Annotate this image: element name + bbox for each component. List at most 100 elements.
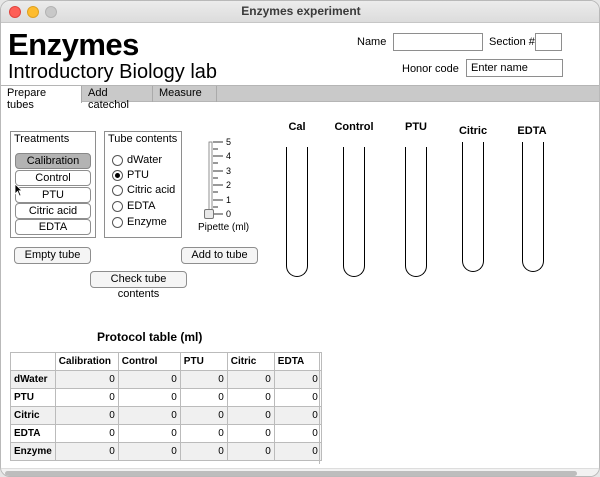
table-cell: 0 xyxy=(273,370,322,389)
radio-dwater-indicator[interactable] xyxy=(112,155,123,166)
table-header-cell: EDTA xyxy=(273,352,322,371)
tube-contents-group: Tube contents dWater PTU Citric acid EDT… xyxy=(104,131,182,238)
honor-code-label: Honor code xyxy=(402,63,459,75)
table-cell: 0 xyxy=(179,406,228,425)
tab-prepare-tubes[interactable]: Prepare tubes xyxy=(1,86,82,111)
pipette-tick: 2 xyxy=(226,180,232,190)
tab-measure[interactable]: Measure xyxy=(153,86,217,102)
table-row-header: EDTA xyxy=(10,424,56,443)
tube-edta[interactable] xyxy=(522,142,544,272)
table-cell: 0 xyxy=(117,406,181,425)
page-title: Enzymes xyxy=(8,27,139,62)
page-subtitle: Introductory Biology lab xyxy=(8,61,218,83)
tube-cal[interactable] xyxy=(286,147,308,277)
radio-edta-indicator[interactable] xyxy=(112,201,123,212)
table-header-cell: Control xyxy=(117,352,181,371)
section-field[interactable] xyxy=(535,33,562,51)
scrollbar-thumb[interactable] xyxy=(5,471,577,476)
radio-dwater-label: dWater xyxy=(127,154,163,166)
name-field[interactable] xyxy=(393,33,483,51)
tube-label-citric: Citric xyxy=(458,125,488,137)
table-cell: 0 xyxy=(54,370,119,389)
table-cell: 0 xyxy=(226,406,275,425)
table-cell: 0 xyxy=(226,442,275,461)
app-window: Enzymes experiment Enzymes Introductory … xyxy=(0,0,600,477)
table-cell: 0 xyxy=(117,388,181,407)
title-bar: Enzymes experiment xyxy=(1,1,599,23)
treatment-ptu-button[interactable]: PTU xyxy=(15,187,91,203)
table-cell: 0 xyxy=(54,442,119,461)
table-cell: 0 xyxy=(226,388,275,407)
protocol-table: Calibration Control PTU Citric EDTA dWat… xyxy=(10,352,322,461)
table-cell: 0 xyxy=(179,388,228,407)
pipette-tick: 4 xyxy=(226,151,232,161)
table-cell: 0 xyxy=(179,442,228,461)
table-cell: 0 xyxy=(54,424,119,443)
treatment-edta-button[interactable]: EDTA xyxy=(15,219,91,235)
pipette-slider[interactable] xyxy=(201,137,241,221)
table-divider xyxy=(319,352,320,464)
protocol-table-title: Protocol table (ml) xyxy=(97,330,203,344)
tube-control[interactable] xyxy=(343,147,365,277)
table-row: Enzyme 0 0 0 0 0 xyxy=(10,442,322,461)
tab-add-catechol[interactable]: Add catechol xyxy=(82,86,153,111)
table-header-cell: PTU xyxy=(179,352,228,371)
table-row: dWater 0 0 0 0 0 xyxy=(10,370,322,389)
section-label: Section # xyxy=(489,36,535,48)
tube-ptu[interactable] xyxy=(405,147,427,277)
table-cell: 0 xyxy=(117,424,181,443)
treatment-control-button[interactable]: Control xyxy=(15,170,91,186)
table-header-cell: Calibration xyxy=(54,352,119,371)
table-row-header: Enzyme xyxy=(10,442,56,461)
table-row: Citric 0 0 0 0 0 xyxy=(10,406,322,425)
tube-label-control: Control xyxy=(334,121,374,133)
table-row: PTU 0 0 0 0 0 xyxy=(10,388,322,407)
table-cell: 0 xyxy=(273,406,322,425)
radio-enzyme-indicator[interactable] xyxy=(112,217,123,228)
tube-citric[interactable] xyxy=(462,142,484,272)
radio-edta-label: EDTA xyxy=(127,200,156,212)
radio-enzyme-label: Enzyme xyxy=(127,216,167,228)
tube-label-cal: Cal xyxy=(288,121,306,133)
tube-contents-title: Tube contents xyxy=(108,133,178,145)
tube-label-ptu: PTU xyxy=(405,121,427,133)
name-label: Name xyxy=(357,36,387,48)
table-cell: 0 xyxy=(54,388,119,407)
pipette-slider-thumb[interactable] xyxy=(204,209,214,219)
radio-citric-acid-indicator[interactable] xyxy=(112,185,123,196)
table-cell: 0 xyxy=(226,424,275,443)
radio-ptu-indicator[interactable] xyxy=(112,170,123,181)
pipette-tick: 5 xyxy=(226,137,232,147)
tube-label-edta: EDTA xyxy=(517,125,547,137)
empty-tube-button[interactable]: Empty tube xyxy=(14,247,91,264)
pipette-label: Pipette (ml) xyxy=(198,222,250,233)
treatment-citric-acid-button[interactable]: Citric acid xyxy=(15,203,91,219)
table-cell: 0 xyxy=(179,370,228,389)
table-row-header: PTU xyxy=(10,388,56,407)
treatment-calibration-button[interactable]: Calibration xyxy=(15,153,91,169)
window-title: Enzymes experiment xyxy=(241,4,361,18)
table-cell: 0 xyxy=(273,388,322,407)
add-to-tube-button[interactable]: Add to tube xyxy=(181,247,258,264)
radio-citric-acid-label: Citric acid xyxy=(127,184,176,196)
check-tube-contents-button[interactable]: Check tube contents xyxy=(90,271,187,300)
table-row-header: dWater xyxy=(10,370,56,389)
table-header-cell xyxy=(10,352,56,371)
table-header-cell: Citric xyxy=(226,352,275,371)
table-cell: 0 xyxy=(117,370,181,389)
horizontal-scrollbar[interactable] xyxy=(1,468,599,476)
table-cell: 0 xyxy=(117,442,181,461)
treatments-title: Treatments xyxy=(14,133,70,145)
table-row: EDTA 0 0 0 0 0 xyxy=(10,424,322,443)
radio-ptu-label: PTU xyxy=(127,169,149,181)
table-cell: 0 xyxy=(273,442,322,461)
table-cell: 0 xyxy=(179,424,228,443)
table-cell: 0 xyxy=(226,370,275,389)
table-cell: 0 xyxy=(273,424,322,443)
table-row-header: Citric xyxy=(10,406,56,425)
pipette-tick: 3 xyxy=(226,166,232,176)
table-cell: 0 xyxy=(54,406,119,425)
mouse-cursor-icon xyxy=(14,183,23,197)
tab-bar: Prepare tubes Add catechol Measure xyxy=(1,85,599,111)
honor-code-field[interactable]: Enter name xyxy=(466,59,563,77)
